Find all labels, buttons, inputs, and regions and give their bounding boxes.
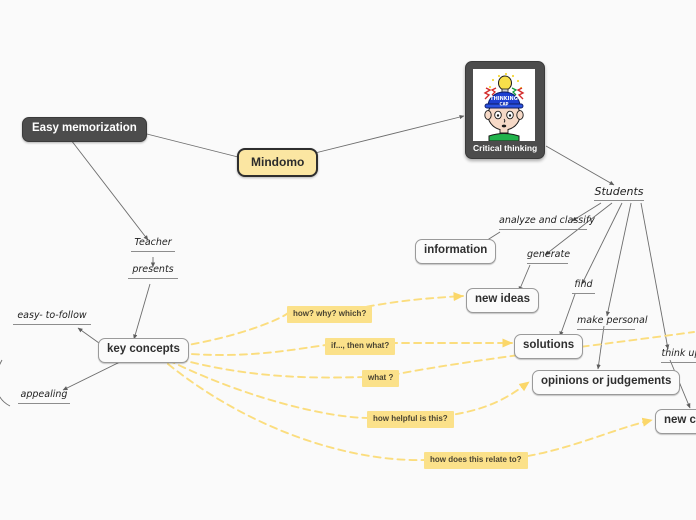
edge-students-make-personal (605, 202, 632, 317)
edge-key-concepts-easy-to-follow (77, 327, 100, 344)
topic-new-concepts[interactable]: new co (655, 409, 696, 434)
topic-key-concepts[interactable]: key concepts (98, 338, 189, 363)
topic-solutions[interactable]: solutions (514, 334, 584, 359)
label-presents[interactable]: presents (128, 265, 178, 279)
edge-kc-callout-3 (167, 355, 366, 379)
edge-make-personal-opinions-or-judgements (596, 325, 605, 370)
topic-opinions-or-judgements[interactable]: opinions or judgements (532, 370, 681, 395)
edge-find-solutions (559, 293, 576, 337)
thinking-cap-boy-icon: THINKING CAP (473, 69, 535, 141)
edge-mindomo-easy-memorization (130, 129, 239, 158)
edge-students-think-up (640, 202, 670, 350)
label-analyze-and-classify[interactable]: analyze and classify (499, 216, 595, 230)
svg-text:CAP: CAP (500, 102, 509, 107)
edge-callout-5-new-concepts (515, 417, 653, 459)
edge-kc-callout-4 (167, 359, 371, 419)
edge-easy-memorization-teacher (70, 139, 149, 241)
label-think-up[interactable]: think up (661, 349, 696, 363)
label-easy-to-follow[interactable]: easy- to-follow (13, 311, 91, 325)
callout-if-then-what[interactable]: if..., then what? (325, 338, 396, 355)
label-students[interactable]: Students (594, 186, 644, 201)
callout-how-why-which[interactable]: how? why? which? (287, 306, 373, 323)
edge-offscreen-stub (0, 359, 11, 407)
image-topic-critical-thinking[interactable]: THINKING CAP Critical thinking (465, 61, 546, 159)
topic-new-ideas[interactable]: new ideas (466, 288, 539, 313)
central-topic-mindomo[interactable]: Mindomo (237, 148, 319, 177)
callout-how-does-this-relate-to[interactable]: how does this relate to? (424, 452, 528, 469)
edge-mindomo-critical-thinking (306, 114, 465, 156)
callout-what[interactable]: what ? (362, 370, 400, 387)
callout-how-helpful-is-this[interactable]: how helpful is this? (367, 411, 454, 428)
edge-key-concepts-appealing (62, 357, 129, 391)
connector-layer (0, 114, 695, 461)
edge-kc-callout-2 (167, 344, 327, 356)
topic-information[interactable]: information (415, 239, 497, 264)
label-find[interactable]: find (572, 280, 595, 294)
label-make-personal[interactable]: make personal (577, 316, 647, 330)
label-teacher[interactable]: Teacher (131, 238, 175, 252)
edge-presents-key-concepts (133, 283, 151, 340)
edge-callout-4-opinions (443, 381, 530, 417)
label-appealing[interactable]: appealing (18, 390, 70, 404)
edge-critical-thinking-students (545, 145, 615, 186)
label-generate[interactable]: generate (527, 250, 570, 264)
topic-easy-memorization[interactable]: Easy memorization (22, 117, 147, 142)
mindmap-canvas[interactable]: Mindomo Easy memorization THINKING CAP C… (0, 0, 696, 520)
image-topic-caption: Critical thinking (473, 143, 538, 153)
